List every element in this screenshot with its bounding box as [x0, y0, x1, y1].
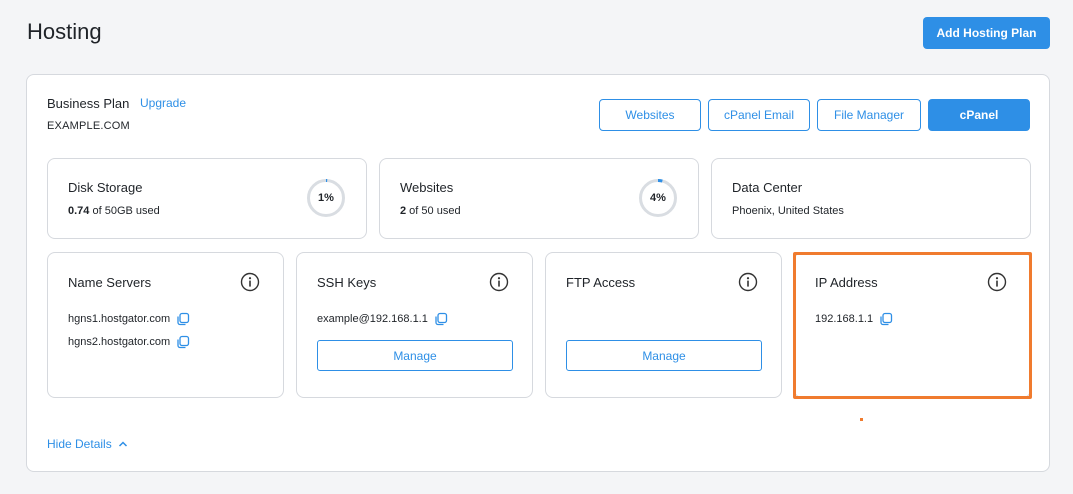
upgrade-link[interactable]: Upgrade — [140, 96, 186, 110]
add-hosting-plan-button[interactable]: Add Hosting Plan — [923, 17, 1050, 49]
disk-used-value: 0.74 — [68, 205, 90, 217]
disk-storage-card: Disk Storage 0.74 of 50GB used 1% — [47, 158, 367, 239]
data-center-location: Phoenix, United States — [732, 205, 844, 217]
info-icon[interactable] — [987, 272, 1007, 292]
info-icon[interactable] — [240, 272, 260, 292]
name-servers-title: Name Servers — [68, 275, 152, 290]
ftp-access-title: FTP Access — [566, 275, 636, 290]
disk-storage-title: Disk Storage — [68, 180, 143, 195]
ftp-manage-button[interactable]: Manage — [566, 340, 762, 371]
websites-used-suffix: of 50 used — [406, 205, 461, 217]
hosting-plan-panel: Business Plan Upgrade EXAMPLE.COM Websit… — [26, 74, 1050, 472]
chevron-up-icon — [118, 441, 127, 447]
page-title: Hosting — [27, 19, 102, 44]
name-server-1: hgns1.hostgator.com — [68, 312, 190, 326]
data-center-card: Data Center Phoenix, United States — [711, 158, 1031, 239]
ftp-access-card: FTP Access Manage — [545, 252, 782, 398]
name-server-2: hgns2.hostgator.com — [68, 335, 190, 349]
websites-button[interactable]: Websites — [599, 99, 701, 131]
copy-icon[interactable] — [176, 312, 190, 326]
ip-address-line: 192.168.1.1 — [815, 312, 893, 326]
ssh-keys-card: SSH Keys example@192.168.1.1 Manage — [296, 252, 533, 398]
websites-usage: 2 of 50 used — [400, 205, 461, 217]
file-manager-button[interactable]: File Manager — [817, 99, 921, 131]
cpanel-button[interactable]: cPanel — [928, 99, 1030, 131]
websites-title: Websites — [400, 180, 454, 195]
ip-address-card: IP Address 192.168.1.1 — [794, 252, 1031, 398]
cpanel-email-button[interactable]: cPanel Email — [708, 99, 810, 131]
disk-percent-label: 1% — [318, 192, 334, 204]
copy-icon[interactable] — [434, 312, 448, 326]
highlight-marker — [860, 418, 863, 421]
websites-card: Websites 2 of 50 used 4% — [379, 158, 699, 239]
name-server-2-value: hgns2.hostgator.com — [68, 336, 171, 348]
plan-name: Business Plan — [47, 96, 130, 111]
hide-details-label: Hide Details — [47, 437, 112, 451]
info-icon[interactable] — [489, 272, 509, 292]
disk-storage-usage: 0.74 of 50GB used — [68, 205, 160, 217]
ip-address-title: IP Address — [815, 275, 878, 290]
ssh-keys-title: SSH Keys — [317, 275, 377, 290]
name-servers-card: Name Servers hgns1.hostgator.com hgns2.h… — [47, 252, 284, 398]
websites-percent-label: 4% — [650, 192, 666, 204]
name-server-1-value: hgns1.hostgator.com — [68, 313, 171, 325]
ssh-key-line: example@192.168.1.1 — [317, 312, 448, 326]
copy-icon[interactable] — [879, 312, 893, 326]
info-icon[interactable] — [738, 272, 758, 292]
ssh-key-value: example@192.168.1.1 — [317, 313, 428, 325]
hide-details-toggle[interactable]: Hide Details — [47, 437, 128, 451]
ssh-manage-button[interactable]: Manage — [317, 340, 513, 371]
ip-address-value: 192.168.1.1 — [815, 313, 874, 325]
data-center-title: Data Center — [732, 180, 803, 195]
disk-used-suffix: of 50GB used — [89, 205, 160, 217]
plan-domain: EXAMPLE.COM — [47, 120, 130, 132]
copy-icon[interactable] — [176, 335, 190, 349]
